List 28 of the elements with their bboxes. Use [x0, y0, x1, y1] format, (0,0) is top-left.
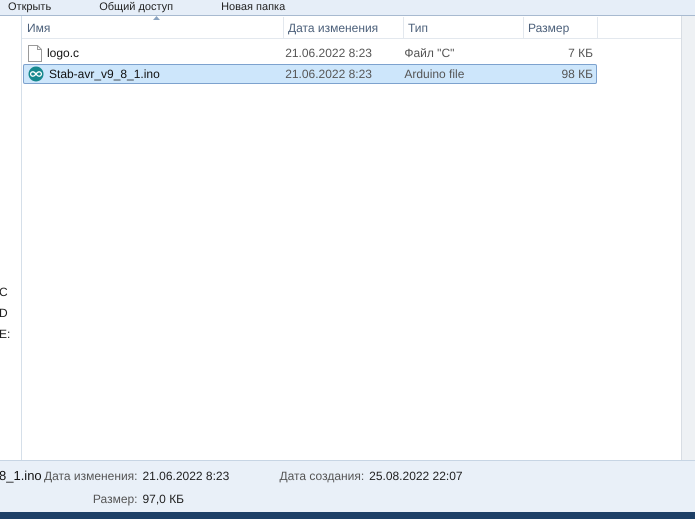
field-label: Размер: [92, 491, 138, 508]
column-header[interactable]: Дата изменения [284, 17, 404, 38]
field-value: 97,0 КБ [142, 491, 186, 508]
file-row[interactable]: Stab-avr_v9_8_1.ino 21.06.2022 8:23 Arduino file 98 КБ [23, 64, 597, 84]
infinity-circle-icon [28, 66, 44, 82]
file-row[interactable]: logo.c 21.06.2022 8:23 Файл "C" 7 КБ [23, 43, 597, 63]
field-value: 21.06.2022 8:23 [142, 468, 230, 485]
file-type: Файл "C" [403, 45, 456, 62]
file-name: Stab-avr_v9_8_1.ino [49, 66, 160, 83]
field-value: 25.08.2022 22:07 [369, 468, 463, 485]
toolbar-button[interactable]: Общий доступ [99, 0, 174, 16]
column-header[interactable]: Имя [22, 17, 284, 38]
modified-date: 21.06.2022 8:23 [284, 66, 373, 83]
field-label: Дата изменения: [44, 468, 138, 485]
modified-date: 21.06.2022 8:23 [284, 45, 373, 62]
file-size: 7 КБ [567, 45, 594, 62]
toolbar-button[interactable]: Открыть [8, 0, 52, 16]
sort-arrow-icon [152, 16, 160, 20]
file-size: 98 КБ [560, 66, 594, 83]
drive-item[interactable]: E: [0, 326, 21, 342]
drive-item[interactable]: D [0, 305, 21, 321]
file-name: logo.c [47, 45, 80, 62]
document-icon [28, 44, 42, 62]
column-header[interactable]: Размер [524, 17, 598, 38]
toolbar-button[interactable]: Новая папка [221, 0, 286, 16]
file-type: Arduino file [403, 66, 466, 83]
field-label: Дата создания: [280, 468, 364, 485]
column-header[interactable]: Тип [404, 17, 524, 38]
